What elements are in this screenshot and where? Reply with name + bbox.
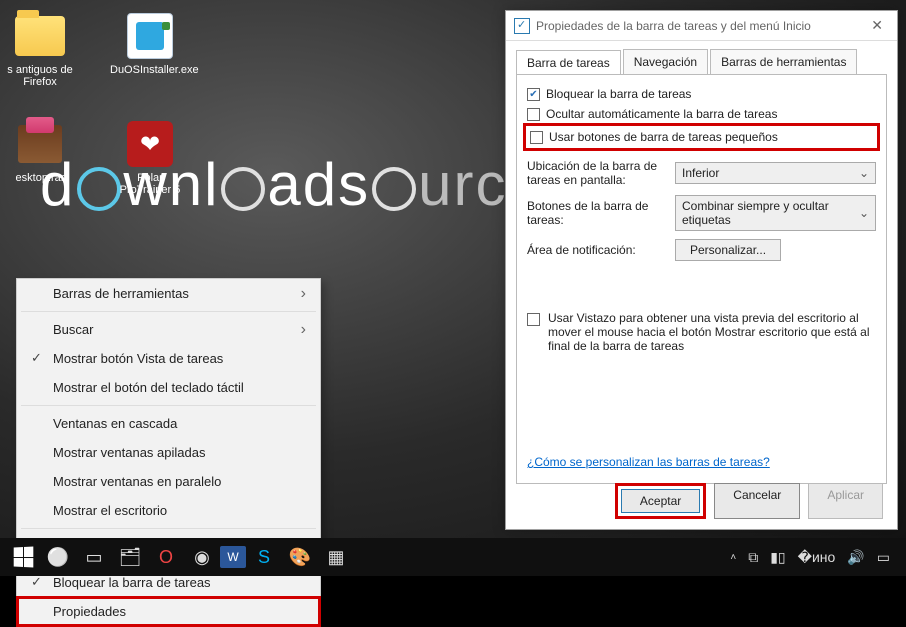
- desktop-icon-polar[interactable]: ❤ Polar ProTrainer 5: [110, 120, 190, 196]
- menu-separator: [21, 311, 316, 312]
- menu-stacked[interactable]: Mostrar ventanas apiladas: [17, 438, 320, 467]
- desktop-icons-row-1: s antiguos de Firefox DuOSInstaller.exe: [0, 12, 190, 88]
- checkbox-aero-peek[interactable]: Usar Vistazo para obtener una vista prev…: [527, 311, 876, 353]
- checkbox-small-buttons[interactable]: Usar botones de barra de tareas pequeños: [530, 130, 873, 144]
- checkbox-lock[interactable]: ✔ Bloquear la barra de tareas: [527, 87, 876, 101]
- menu-cascade[interactable]: Ventanas en cascada: [17, 409, 320, 438]
- checkbox-label: Usar botones de barra de tareas pequeños: [549, 130, 778, 144]
- taskbar-explorer-icon[interactable]: 🗂: [112, 542, 148, 572]
- tab-body: ✔ Bloquear la barra de tareas Ocultar au…: [516, 74, 887, 484]
- icon-label: Polar ProTrainer 5: [110, 172, 190, 196]
- menu-separator: [21, 528, 316, 529]
- archive-icon: [18, 125, 62, 163]
- accept-button[interactable]: Aceptar: [621, 489, 700, 513]
- aero-peek-label: Usar Vistazo para obtener una vista prev…: [548, 311, 876, 353]
- taskbar-app-icon[interactable]: ▦: [318, 542, 354, 572]
- icon-label: DuOSInstaller.exe: [110, 64, 190, 76]
- menu-show-desktop[interactable]: Mostrar el escritorio: [17, 496, 320, 525]
- tray-overflow-icon[interactable]: ˄: [730, 552, 736, 563]
- close-button[interactable]: ✕: [865, 17, 889, 34]
- select-location[interactable]: Inferior: [675, 162, 876, 184]
- taskbar-properties-dialog: Propiedades de la barra de tareas y del …: [505, 10, 898, 530]
- checkbox-label: Bloquear la barra de tareas: [546, 87, 691, 101]
- tray-volume-icon[interactable]: 🔊: [847, 549, 864, 566]
- highlight-small-buttons: Usar botones de barra de tareas pequeños: [523, 123, 880, 151]
- row-location: Ubicación de la barra de tareas en panta…: [527, 159, 876, 187]
- menu-toolbars[interactable]: Barras de herramientas: [17, 279, 320, 308]
- desktop-icon-rar[interactable]: esktop.rar: [0, 120, 80, 196]
- installer-icon: [127, 13, 173, 59]
- taskbar-paint-icon[interactable]: 🎨: [282, 542, 318, 572]
- system-tray: ˄ ⧉ ▮▯ �ино 🔊 ▭: [730, 549, 900, 566]
- checkbox-autohide[interactable]: Ocultar automáticamente la barra de tare…: [527, 107, 876, 121]
- customize-button[interactable]: Personalizar...: [675, 239, 781, 261]
- label-buttons: Botones de la barra de tareas:: [527, 199, 667, 227]
- folder-icon: [15, 16, 65, 56]
- checkbox-icon: [530, 131, 543, 144]
- menu-sidebyside[interactable]: Mostrar ventanas en paralelo: [17, 467, 320, 496]
- label-location: Ubicación de la barra de tareas en panta…: [527, 159, 667, 187]
- checkbox-label: Ocultar automáticamente la barra de tare…: [546, 107, 777, 121]
- tray-dropbox-icon[interactable]: ⧉: [748, 549, 758, 566]
- taskbar-search-icon[interactable]: ⚪: [40, 542, 76, 572]
- tab-strip: Barra de tareas Navegación Barras de her…: [506, 41, 897, 74]
- checkbox-icon: ✔: [527, 88, 540, 101]
- row-notification: Área de notificación: Personalizar...: [527, 239, 876, 261]
- icon-label: s antiguos de Firefox: [0, 64, 80, 88]
- menu-taskview[interactable]: Mostrar botón Vista de tareas: [17, 344, 320, 373]
- taskbar[interactable]: ⚪ ▭ 🗂 O ◉ W S 🎨 ▦ ˄ ⧉ ▮▯ �ино 🔊 ▭: [0, 538, 906, 576]
- taskbar-word-icon[interactable]: W: [220, 546, 246, 568]
- checkbox-icon: [527, 108, 540, 121]
- desktop-icon-duos[interactable]: DuOSInstaller.exe: [110, 12, 190, 88]
- dialog-buttons: Aceptar Cancelar Aplicar: [615, 483, 883, 519]
- cancel-button[interactable]: Cancelar: [714, 483, 800, 519]
- taskbar-chrome-icon[interactable]: ◉: [184, 542, 220, 572]
- taskbar-skype-icon[interactable]: S: [246, 542, 282, 572]
- tray-wifi-icon[interactable]: �ино: [798, 549, 836, 566]
- desktop-icon-folder[interactable]: s antiguos de Firefox: [0, 12, 80, 88]
- menu-separator: [21, 405, 316, 406]
- tab-navigation[interactable]: Navegación: [623, 49, 708, 74]
- label-notification: Área de notificación:: [527, 243, 667, 257]
- row-buttons: Botones de la barra de tareas: Combinar …: [527, 195, 876, 231]
- apply-button[interactable]: Aplicar: [808, 483, 883, 519]
- windows-icon: [14, 546, 34, 567]
- help-link[interactable]: ¿Cómo se personalizan las barras de tare…: [527, 455, 770, 469]
- tray-battery-icon[interactable]: ▮▯: [770, 549, 785, 566]
- select-buttons[interactable]: Combinar siempre y ocultar etiquetas: [675, 195, 876, 231]
- highlight-accept: Aceptar: [615, 483, 706, 519]
- icon-label: esktop.rar: [0, 172, 80, 184]
- start-button[interactable]: [6, 542, 40, 572]
- tab-toolbars[interactable]: Barras de herramientas: [710, 49, 857, 74]
- heart-icon: ❤: [127, 121, 173, 167]
- tray-notifications-icon[interactable]: ▭: [877, 549, 890, 566]
- dialog-title: Propiedades de la barra de tareas y del …: [536, 19, 865, 33]
- menu-search[interactable]: Buscar: [17, 315, 320, 344]
- menu-properties[interactable]: Propiedades: [17, 597, 320, 626]
- desktop-icons-row-2: esktop.rar ❤ Polar ProTrainer 5: [0, 120, 190, 196]
- dialog-titlebar[interactable]: Propiedades de la barra de tareas y del …: [506, 11, 897, 41]
- system-icon: [514, 18, 530, 34]
- taskbar-taskview-icon[interactable]: ▭: [76, 542, 112, 572]
- tab-taskbar[interactable]: Barra de tareas: [516, 50, 621, 75]
- menu-touch-keyboard[interactable]: Mostrar el botón del teclado táctil: [17, 373, 320, 402]
- taskbar-opera-icon[interactable]: O: [148, 542, 184, 572]
- checkbox-icon: [527, 313, 540, 326]
